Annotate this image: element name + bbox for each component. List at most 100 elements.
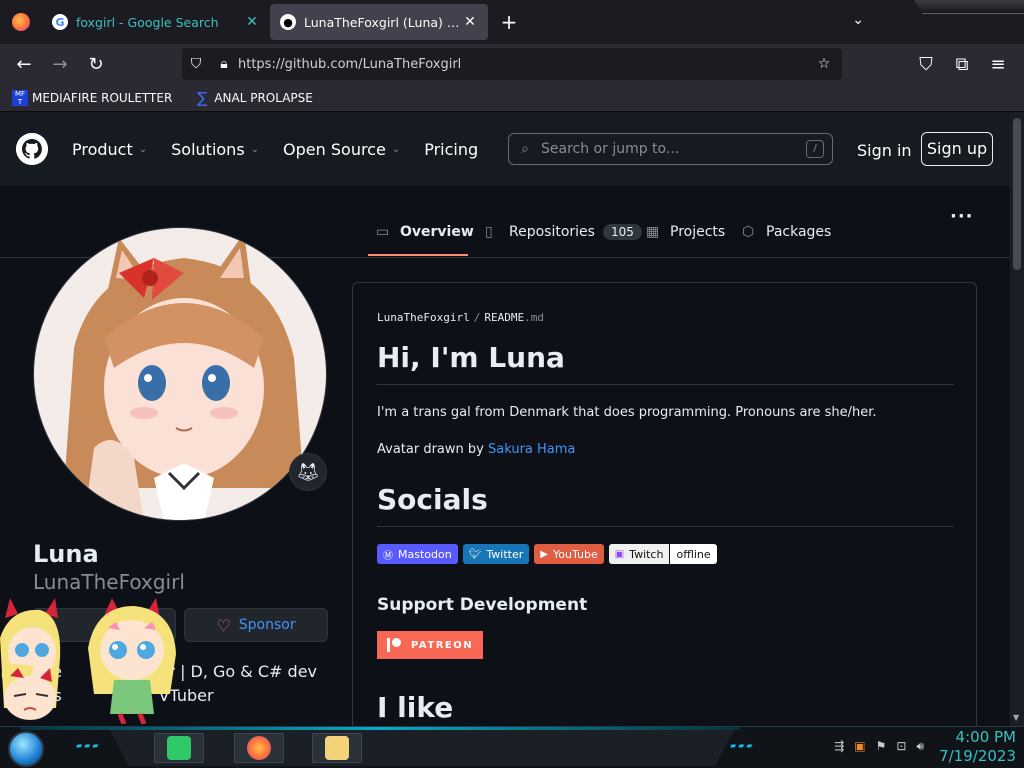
tray-arrow-icon[interactable]: ⇶: [834, 739, 844, 754]
youtube-badge[interactable]: ▶ YouTube: [534, 544, 604, 564]
twitter-badge[interactable]: 🐦︎ Twitter: [462, 544, 530, 564]
folder-icon: [325, 736, 349, 760]
tray-app-icon[interactable]: ▣: [854, 739, 865, 754]
action-center-icon[interactable]: ⚑: [876, 739, 887, 754]
breadcrumb: LunaTheFoxgirl / README.md: [377, 311, 544, 324]
page-scrollbar[interactable]: ▼: [1010, 112, 1024, 726]
network-icon[interactable]: ⊡: [896, 739, 906, 754]
patreon-label: PATREON: [411, 639, 474, 651]
profile-name: Luna: [33, 540, 99, 568]
github-logo-icon[interactable]: [16, 133, 48, 165]
more-options-icon[interactable]: ···: [950, 206, 974, 227]
desktop-pet-sticker[interactable]: [0, 598, 62, 728]
tab-projects[interactable]: ▦ Projects: [646, 224, 725, 240]
menu-solutions[interactable]: Solutions ⌄: [171, 140, 259, 159]
sponsor-button[interactable]: ♡ Sponsor: [184, 608, 328, 642]
selected-tab-underline: [368, 254, 468, 256]
sponsor-label: Sponsor: [238, 617, 296, 633]
profile-readme: LunaTheFoxgirl / README.md Hi, I'm Luna I'…: [352, 282, 977, 742]
book-icon: ▭: [376, 224, 390, 240]
repo-icon: ▯: [485, 224, 493, 240]
youtube-icon: ▶: [540, 548, 548, 560]
sign-up-button[interactable]: Sign up: [921, 132, 993, 166]
back-button[interactable]: ←: [6, 48, 42, 80]
bio-line: | Le her | D, Go & C# dev: [33, 662, 317, 681]
twitch-badge[interactable]: ▣ Twitch: [608, 544, 670, 564]
search-placeholder: Search or jump to...: [541, 141, 680, 157]
twitch-icon: ▣: [614, 548, 625, 560]
scrollbar-thumb[interactable]: [1013, 118, 1021, 270]
reload-button[interactable]: ↻: [78, 48, 114, 80]
avatar[interactable]: [33, 227, 327, 521]
github-header: Product ⌄ Solutions ⌄ Open Source ⌄ Pricing…: [0, 112, 1010, 186]
start-button[interactable]: [8, 731, 44, 767]
close-icon[interactable]: ✕: [462, 14, 478, 30]
chevron-down-icon: ⌄: [250, 143, 260, 155]
tab-google-search[interactable]: G foxgirl - Google Search ✕: [42, 4, 270, 40]
github-main-menu: Product ⌄ Solutions ⌄ Open Source ⌄ Pricing: [72, 140, 502, 159]
browser-nav-bar: ← → ↻ ⛉ 🔒︎ https://github.com/LunaTheFox…: [0, 44, 1024, 84]
taskbar-decoration: ▰▰▰: [76, 741, 101, 750]
badge-label: Twitch: [629, 547, 664, 561]
close-icon[interactable]: ✕: [244, 14, 260, 30]
tab-repositories[interactable]: ▯ Repositories 105: [485, 224, 642, 240]
artist-link[interactable]: Sakura Hama: [488, 442, 575, 457]
readme-filename[interactable]: README: [484, 311, 524, 324]
tab-label: Overview: [400, 224, 474, 240]
badge-label: Mastodon: [398, 547, 452, 561]
bookmark-mediafire[interactable]: MF T MEDIAFIRE ROULETTER: [12, 89, 173, 106]
readme-avatar-credit: Avatar drawn by Sakura Hama: [377, 442, 575, 457]
bookmarks-toolbar: MF T MEDIAFIRE ROULETTER ∑ ANAL PROLAPSE: [0, 84, 1024, 112]
taskbar-firefox-app[interactable]: [234, 733, 284, 763]
twitter-icon: 🐦︎: [468, 548, 482, 560]
github-icon: ●: [280, 14, 296, 30]
menu-label: Pricing: [424, 139, 479, 159]
readme-owner-link[interactable]: LunaTheFoxgirl: [377, 311, 470, 324]
heart-icon: ♡: [216, 615, 231, 635]
support-heading: Support Development: [377, 595, 588, 615]
mastodon-icon: Ⓜ: [383, 550, 393, 562]
bookmark-label: MEDIAFIRE ROULETTER: [32, 90, 173, 105]
google-icon: G: [52, 14, 68, 30]
address-bar[interactable]: ⛉ 🔒︎ https://github.com/LunaTheFoxgirl ☆: [182, 48, 842, 80]
menu-pricing[interactable]: Pricing: [424, 140, 478, 159]
menu-icon[interactable]: ≡: [980, 48, 1016, 80]
twitch-status-badge[interactable]: offline: [670, 544, 717, 564]
volume-icon[interactable]: 🔊︎: [916, 739, 924, 754]
menu-open-source[interactable]: Open Source ⌄: [283, 140, 400, 159]
readme-intro: I'm a trans gal from Denmark that does p…: [377, 405, 877, 420]
tab-github-profile[interactable]: ● LunaTheFoxgirl (Luna) · GitHub ✕: [270, 4, 488, 40]
mastodon-badge[interactable]: Ⓜ Mastodon: [377, 544, 458, 564]
notes-icon: [167, 736, 191, 760]
url-text[interactable]: https://github.com/LunaTheFoxgirl: [238, 57, 810, 72]
star-icon[interactable]: ☆: [810, 56, 838, 72]
taskbar-explorer-app[interactable]: [312, 733, 362, 763]
repo-count-badge: 105: [602, 224, 642, 240]
menu-product[interactable]: Product ⌄: [72, 140, 147, 159]
menu-label: Product: [72, 139, 133, 159]
new-tab-button[interactable]: +: [494, 10, 524, 34]
window-frame-decoration: [914, 0, 1024, 14]
taskbar-clock[interactable]: 4:00 PM 7/19/2023: [939, 728, 1016, 766]
forward-button[interactable]: →: [42, 48, 78, 80]
search-input[interactable]: ⌕ Search or jump to... /: [508, 133, 833, 165]
lock-icon[interactable]: 🔒︎: [210, 56, 238, 72]
breadcrumb-separator: /: [473, 311, 481, 324]
tab-label: Packages: [766, 224, 832, 240]
desktop-pet-sticker[interactable]: [84, 598, 180, 724]
readme-heading: Hi, I'm Luna: [377, 341, 954, 385]
pocket-icon[interactable]: ⛉: [908, 48, 944, 80]
search-shortcut-hint: /: [806, 140, 824, 158]
firefox-icon[interactable]: [12, 13, 30, 31]
fox-emoji-status[interactable]: 🦊︎: [289, 453, 327, 491]
chevron-down-icon[interactable]: ⌄: [852, 12, 864, 28]
extensions-icon[interactable]: ⧉: [944, 48, 980, 80]
sign-in-link[interactable]: Sign in: [857, 141, 912, 160]
bookmark-second[interactable]: ∑ ANAL PROLAPSE: [194, 90, 313, 106]
tab-packages[interactable]: ⬡ Packages: [742, 224, 831, 240]
taskbar-notes-app[interactable]: [154, 733, 204, 763]
shield-icon[interactable]: ⛉: [182, 56, 210, 72]
scroll-down-icon[interactable]: ▼: [1013, 713, 1019, 722]
patreon-button[interactable]: PATREON: [377, 631, 483, 659]
tab-overview[interactable]: ▭ Overview: [376, 224, 474, 240]
